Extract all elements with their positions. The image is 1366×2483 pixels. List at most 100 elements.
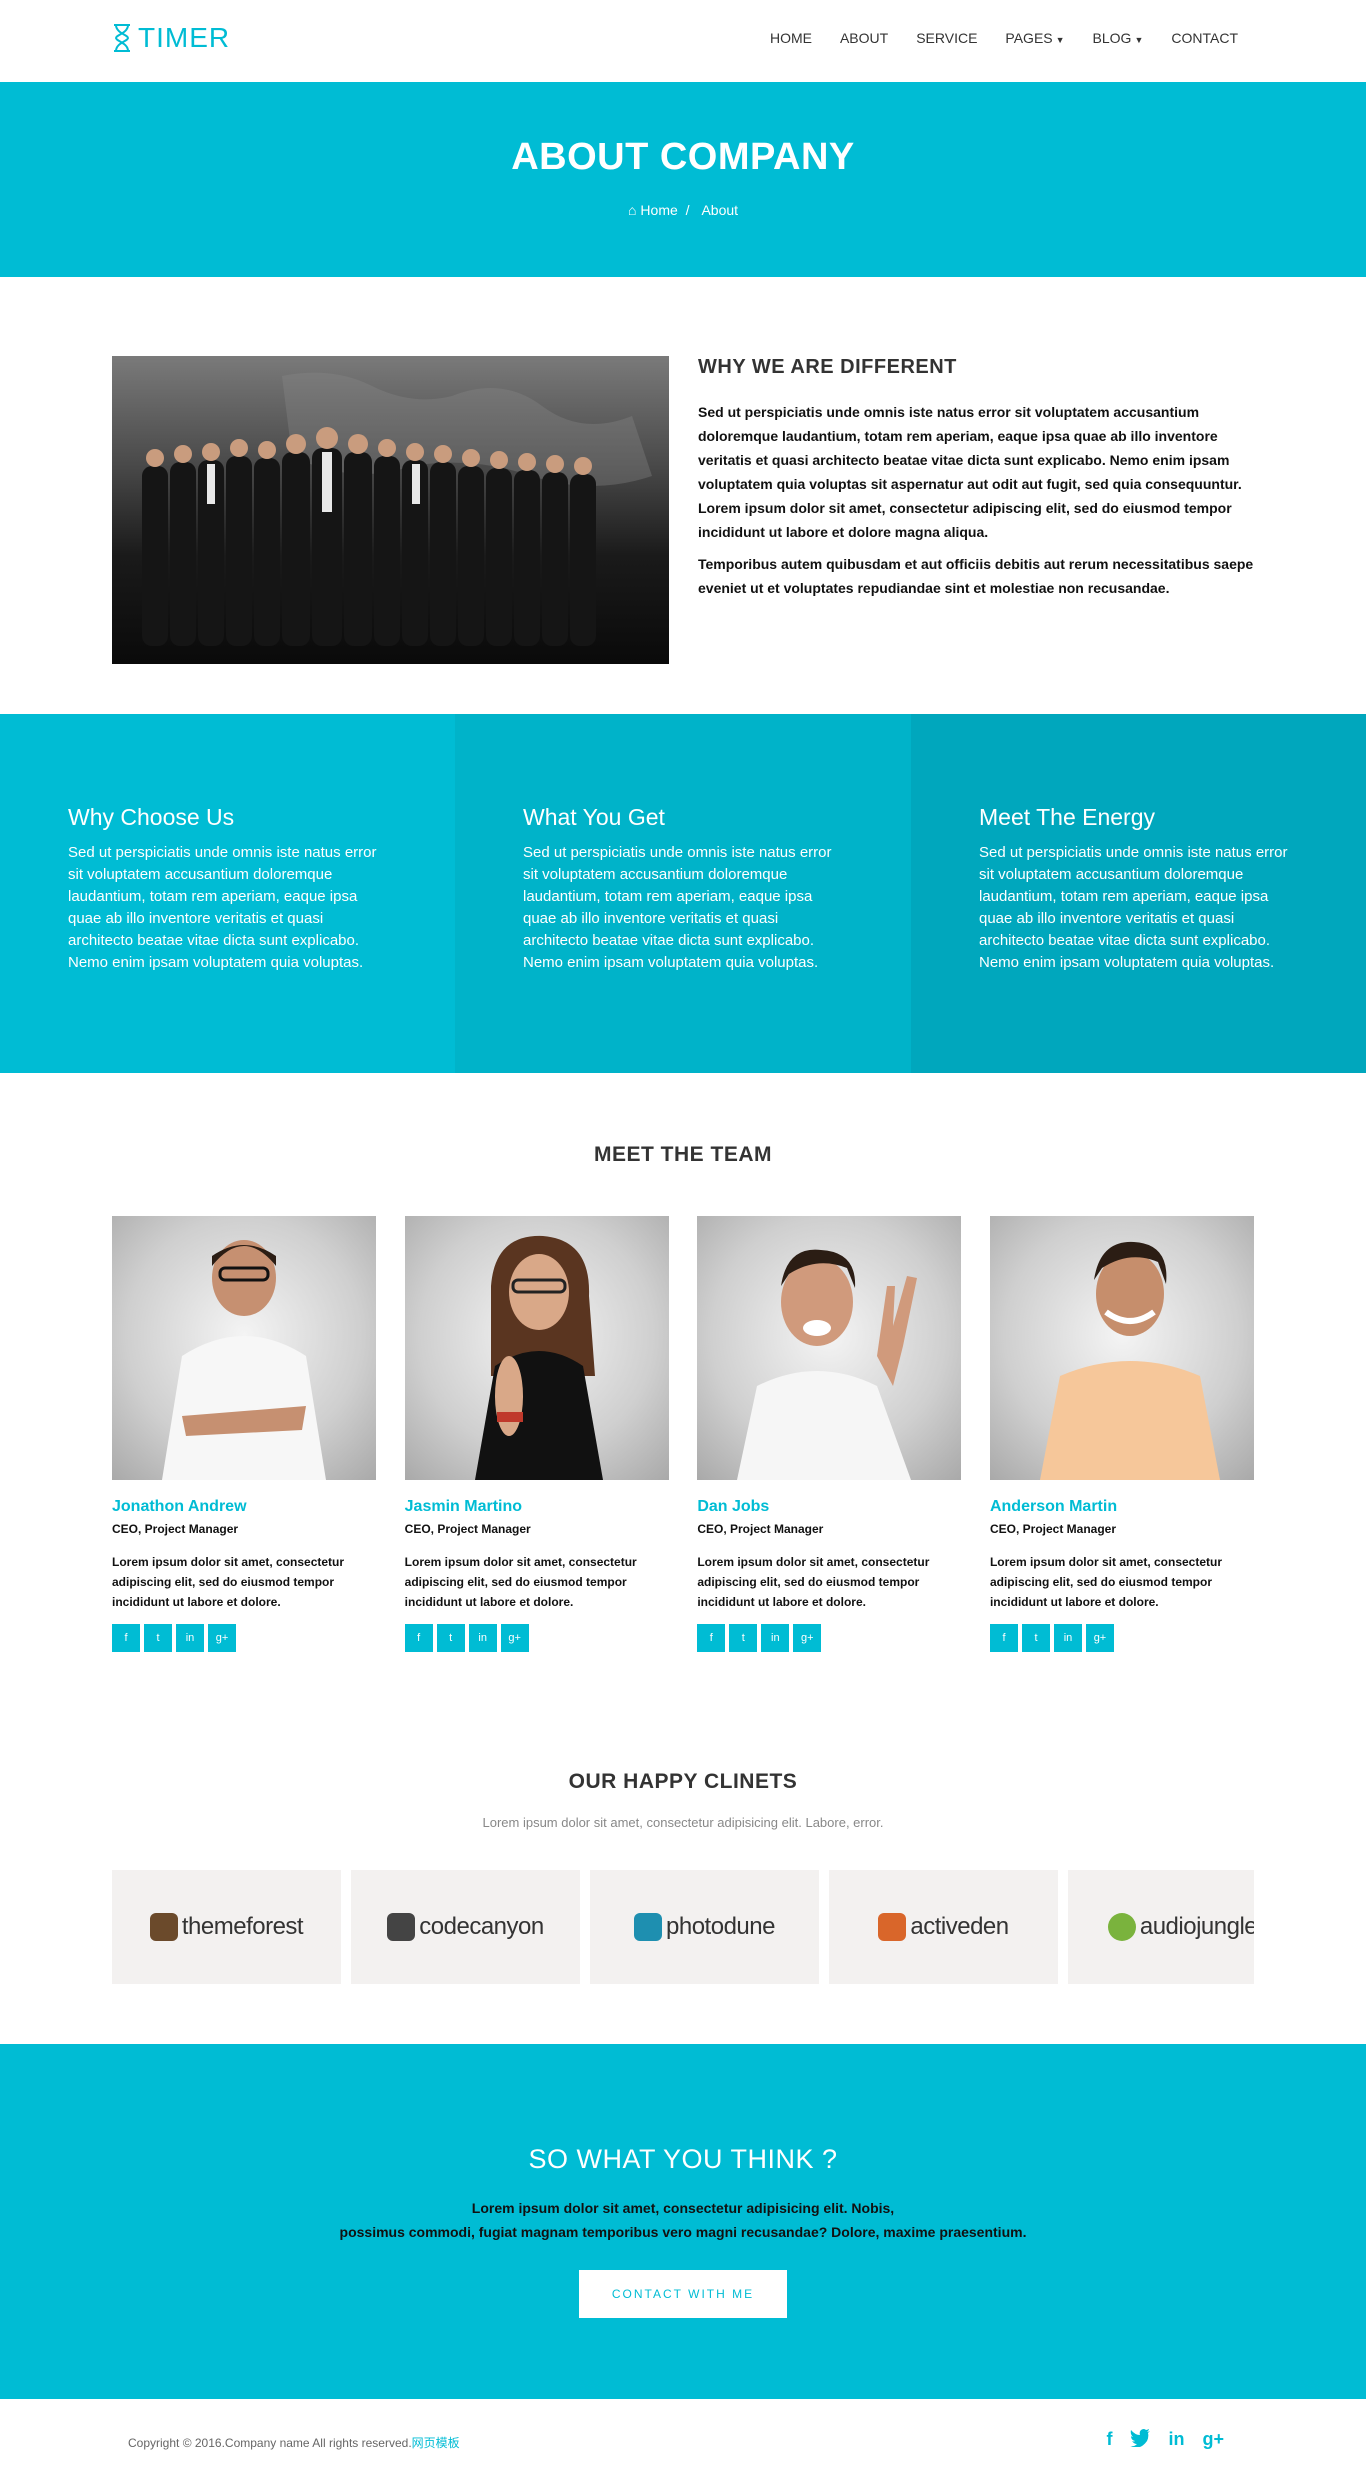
world-map-illustration [142,372,652,646]
member-socials: f t in g+ [989,1624,1254,1652]
clients-logos: themeforest codecanyon photodune actived… [112,1870,1254,1984]
nav-label: BLOG [1092,30,1132,46]
google-plus-icon[interactable]: g+ [793,1624,822,1652]
nav-contact[interactable]: CONTACT [1157,30,1252,46]
photodune-icon [634,1913,663,1941]
feature-text: Sed ut perspiciatis unde omnis iste natu… [68,844,377,971]
nav-about[interactable]: ABOUT [826,30,902,46]
client-name: codecanyon [419,1913,544,1940]
hourglass-icon [112,23,132,53]
feature-title: Meet The Energy [979,804,1156,830]
about-paragraph: Sed ut perspiciatis unde omnis iste natu… [698,404,1242,540]
about-text: Sed ut perspiciatis unde omnis iste natu… [698,400,1254,608]
member-socials: f t in g+ [404,1624,669,1652]
nav-label: SERVICE [916,30,978,46]
footer-link[interactable]: 网页模板 [412,2436,460,2450]
facebook-icon[interactable]: f [404,1624,433,1652]
client-name: audiojungle [1139,1913,1254,1940]
member-bio: Lorem ipsum dolor sit amet, consectetur … [697,1555,930,1609]
linkedin-icon[interactable]: in [761,1624,790,1652]
client-logo-codecanyon[interactable]: codecanyon [351,1870,580,1984]
site-header: TIMER HOME ABOUT SERVICE PAGES ▼ BLOG ▼ CO… [0,0,1366,82]
feature-title: Why Choose Us [68,804,235,830]
google-plus-icon[interactable]: g+ [208,1624,236,1652]
feature-meet-the-energy: Meet The Energy Sed ut perspiciatis unde… [911,714,1366,1073]
logo-text: TIMER [138,22,231,53]
linkedin-icon[interactable]: in [468,1624,497,1652]
member-name[interactable]: Jonathon Andrew [112,1498,376,1516]
nav-label: PAGES [1005,30,1053,46]
main-nav: HOME ABOUT SERVICE PAGES ▼ BLOG ▼ CONTACT [756,30,1252,46]
breadcrumb-home[interactable]: Home [640,202,677,218]
linkedin-icon[interactable]: in [1053,1624,1082,1652]
audiojungle-icon [1107,1913,1136,1941]
page-title: ABOUT COMPANY [511,136,855,178]
about-paragraph: Temporibus autem quibusdam et aut offici… [698,556,1254,596]
facebook-icon[interactable]: f [989,1624,1018,1652]
client-logo-audiojungle[interactable]: audiojungle [1068,1870,1254,1984]
team-member: Anderson Martin CEO, Project Manager Lor… [989,1216,1254,1652]
client-logo-activeden[interactable]: activeden [829,1870,1058,1984]
contact-button[interactable]: CONTACT WITH ME [579,2270,787,2318]
client-name: photodune [666,1913,775,1940]
team-member: Dan Jobs CEO, Project Manager Lorem ipsu… [697,1216,962,1652]
nav-pages[interactable]: PAGES ▼ [991,30,1078,46]
clients-section-title: OUR HAPPY CLINETS [568,1770,798,1793]
twitter-icon[interactable]: t [144,1624,172,1652]
client-name: activeden [910,1913,1009,1940]
copyright: Copyright © 2016.Company name All rights… [128,2434,460,2451]
feature-text: Sed ut perspiciatis unde omnis iste natu… [979,844,1288,971]
google-plus-icon[interactable]: g+ [500,1624,529,1652]
twitter-icon[interactable]: t [729,1624,758,1652]
facebook-icon[interactable]: f [1106,2429,1112,2452]
member-name[interactable]: Anderson Martin [990,1498,1254,1516]
feature-text: Sed ut perspiciatis unde omnis iste natu… [523,844,832,971]
nav-service[interactable]: SERVICE [902,30,991,46]
caret-down-icon: ▼ [1134,35,1144,45]
team-member: Jasmin Martino CEO, Project Manager Lore… [404,1216,669,1652]
cta-section: SO WHAT YOU THINK ? Lorem ipsum dolor si… [0,2044,1366,2399]
linkedin-icon[interactable]: in [176,1624,204,1652]
feature-why-choose-us: Why Choose Us Sed ut perspiciatis unde o… [0,714,455,1073]
themeforest-icon [149,1913,178,1941]
client-name: themeforest [181,1913,304,1940]
home-icon: ⌂ [627,202,637,218]
google-plus-icon[interactable]: g+ [1202,2429,1224,2452]
breadcrumb-separator: / [685,202,690,218]
facebook-icon[interactable]: f [112,1624,140,1652]
member-name[interactable]: Dan Jobs [697,1498,961,1516]
cta-text: Lorem ipsum dolor sit amet, consectetur … [0,2196,1366,2244]
logo[interactable]: TIMER [112,22,230,54]
member-photo [112,1216,376,1480]
team-section-title: MEET THE TEAM [594,1143,772,1166]
page-banner: ABOUT COMPANY ⌂ Home / About [0,82,1366,277]
member-bio: Lorem ipsum dolor sit amet, consectetur … [404,1555,637,1609]
nav-label: ABOUT [839,30,889,46]
linkedin-icon[interactable]: in [1168,2429,1184,2452]
member-bio: Lorem ipsum dolor sit amet, consectetur … [112,1555,345,1609]
facebook-icon[interactable]: f [697,1624,726,1652]
cta-line: possimus commodi, fugiat magnam temporib… [339,2224,1027,2240]
nav-blog[interactable]: BLOG ▼ [1079,30,1158,46]
clients-subtitle: Lorem ipsum dolor sit amet, consectetur … [482,1815,884,1830]
member-photo [697,1216,962,1480]
google-plus-icon[interactable]: g+ [1085,1624,1114,1652]
nav-label: HOME [769,30,812,46]
member-socials: f t in g+ [112,1624,376,1652]
member-photo [404,1216,669,1480]
twitter-icon[interactable] [1130,2429,1151,2452]
cta-line: Lorem ipsum dolor sit amet, consectetur … [471,2200,895,2216]
nav-home[interactable]: HOME [756,30,826,46]
client-logo-themeforest[interactable]: themeforest [112,1870,341,1984]
member-name[interactable]: Jasmin Martino [405,1498,669,1516]
client-logo-photodune[interactable]: photodune [590,1870,819,1984]
breadcrumb: ⌂ Home / About [0,202,1366,218]
about-title: WHY WE ARE DIFFERENT [698,356,957,378]
twitter-icon[interactable]: t [436,1624,465,1652]
team-grid: Jonathon Andrew CEO, Project Manager Lor… [112,1216,1254,1652]
member-photo [989,1216,1254,1480]
feature-title: What You Get [523,804,665,830]
member-socials: f t in g+ [697,1624,961,1652]
twitter-icon[interactable]: t [1021,1624,1050,1652]
cta-title: SO WHAT YOU THINK ? [528,2144,838,2174]
